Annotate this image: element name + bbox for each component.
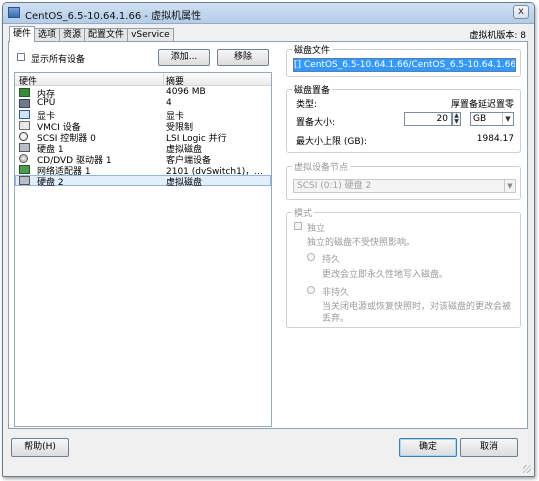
- size-unit-value: GB: [473, 114, 487, 124]
- hardware-list-header: 硬件 摘要: [15, 73, 271, 87]
- scsi-controller-icon: [19, 132, 28, 141]
- hardware-row-display-card[interactable]: 显卡 显卡: [15, 109, 271, 122]
- hardware-row-vmci-device[interactable]: VMCI 设备 受限制: [15, 120, 271, 133]
- tab-vservice[interactable]: vService: [127, 28, 174, 42]
- disk-file-group: 磁盘文件 [] CentOS_6.5-10.64.1.66/CentOS_6.5…: [286, 43, 521, 77]
- disk-type-value: 厚置备延迟置零: [450, 100, 514, 110]
- hardware-row-summary: 虚拟磁盘: [166, 178, 203, 188]
- hardware-row-network-adapter[interactable]: 网络适配器 1 2101 (dvSwitch1)，...: [15, 164, 271, 177]
- size-spinner[interactable]: ▲ ▼: [452, 112, 461, 126]
- nonpersistent-radio: [307, 286, 315, 294]
- persistent-label: 持久: [322, 255, 341, 265]
- virtual-device-node-group-title: 虚拟设备节点: [292, 160, 351, 173]
- disk-file-path-field[interactable]: [] CentOS_6.5-10.64.1.66/CentOS_6.5-10.6…: [293, 58, 516, 72]
- resize-grip[interactable]: [523, 465, 531, 473]
- disk-file-group-title: 磁盘文件: [292, 43, 333, 56]
- cancel-button[interactable]: 取消: [460, 438, 518, 457]
- spin-down-icon[interactable]: ▼: [454, 118, 459, 125]
- tab-options[interactable]: 选项: [34, 28, 61, 42]
- independent-label: 独立: [307, 224, 326, 234]
- mode-group-title: 模式: [292, 206, 315, 219]
- nonpersistent-description-cont: 丢弃。: [322, 314, 350, 324]
- memory-icon: [19, 88, 30, 97]
- hardware-row-hard-disk-1[interactable]: 硬盘 1 虚拟磁盘: [15, 142, 271, 155]
- tab-bar: 硬件 选项 资源 配置文件 vService: [9, 26, 174, 42]
- hardware-list: 硬件 摘要 内存 4096 MB CPU 4 显卡 显卡 VMCI 设备 受限制…: [14, 72, 272, 427]
- disk-provisioning-group-title: 磁盘置备: [292, 83, 333, 96]
- nonpersistent-label: 非持久: [322, 288, 350, 298]
- close-button[interactable]: x: [513, 5, 529, 19]
- hardware-row-summary: 4: [166, 98, 172, 108]
- provisioned-size-label: 置备大小:: [296, 118, 336, 128]
- persistent-radio: [307, 253, 315, 261]
- network-adapter-icon: [19, 165, 30, 174]
- hardware-row-cd-dvd-drive[interactable]: CD/DVD 驱动器 1 客户端设备: [15, 153, 271, 166]
- independent-checkbox: [294, 222, 302, 230]
- hardware-tab-panel: 显示所有设备 添加... 移除 硬件 摘要 内存 4096 MB CPU 4 显…: [8, 41, 528, 429]
- tab-hardware[interactable]: 硬件: [9, 26, 36, 42]
- show-all-devices-checkbox[interactable]: [17, 53, 25, 61]
- add-device-button[interactable]: 添加...: [158, 49, 210, 66]
- independent-description: 独立的磁盘不受快照影响。: [307, 238, 416, 248]
- column-header-hardware[interactable]: 硬件: [19, 74, 37, 87]
- hardware-row-name: 硬盘 2: [37, 178, 64, 188]
- window-title: CentOS_6.5-10.64.1.66 - 虚拟机属性: [25, 11, 202, 22]
- persistent-description: 更改会立即永久性地写入磁盘。: [322, 270, 449, 280]
- tab-profiles[interactable]: 配置文件: [84, 28, 129, 42]
- cd-dvd-drive-icon: [19, 154, 28, 163]
- ok-button[interactable]: 确定: [399, 438, 457, 457]
- provisioned-size-input[interactable]: 20: [404, 112, 452, 126]
- chevron-down-icon[interactable]: ▼: [502, 113, 513, 125]
- size-unit-select[interactable]: GB ▼: [470, 112, 514, 126]
- virtual-device-node-select: SCSI (0:1) 硬盘 2 ▼: [293, 179, 516, 193]
- tab-resources[interactable]: 资源: [59, 28, 86, 42]
- disk-provisioning-group: 磁盘置备 类型: 厚置备延迟置零 置备大小: 20 ▲ ▼ GB ▼ 最大小上限 (…: [286, 83, 521, 153]
- virtual-device-node-value: SCSI (0:1) 硬盘 2: [297, 181, 372, 191]
- title-bar[interactable]: CentOS_6.5-10.64.1.66 - 虚拟机属性 x: [3, 3, 534, 24]
- remove-device-button[interactable]: 移除: [217, 49, 269, 66]
- show-all-devices-label: 显示所有设备: [31, 55, 86, 65]
- vm-version-label: 虚拟机版本: 8: [469, 31, 526, 41]
- column-header-summary[interactable]: 摘要: [166, 74, 184, 87]
- mode-group: 模式 独立 独立的磁盘不受快照影响。 持久 更改会立即永久性地写入磁盘。 非持久…: [286, 206, 521, 328]
- help-button[interactable]: 帮助(H): [11, 438, 69, 457]
- vmci-device-icon: [19, 121, 30, 130]
- chevron-down-icon: ▼: [504, 180, 515, 192]
- disk-type-label: 类型:: [296, 100, 318, 110]
- nonpersistent-description: 当关闭电源或恢复快照时，对该磁盘的更改会被: [322, 302, 512, 312]
- hardware-row-scsi-controller[interactable]: SCSI 控制器 0 LSI Logic 并行: [15, 131, 271, 144]
- app-icon: [8, 7, 20, 18]
- display-card-icon: [19, 110, 30, 119]
- hardware-row-memory[interactable]: 内存 4096 MB: [15, 87, 271, 100]
- hardware-row-summary: 4096 MB: [166, 87, 206, 97]
- hardware-row-hard-disk-2[interactable]: 硬盘 2 虚拟磁盘: [15, 175, 271, 188]
- hardware-row-cpu[interactable]: CPU 4: [15, 98, 271, 109]
- max-size-label: 最大小上限 (GB):: [296, 137, 368, 147]
- max-size-value: 1984.17: [476, 134, 514, 144]
- hard-disk-icon: [19, 176, 30, 185]
- virtual-device-node-group: 虚拟设备节点 SCSI (0:1) 硬盘 2 ▼: [286, 160, 521, 200]
- hard-disk-icon: [19, 143, 30, 152]
- cpu-icon: [19, 99, 30, 108]
- hardware-row-name: CPU: [37, 98, 56, 108]
- vm-properties-dialog: CentOS_6.5-10.64.1.66 - 虚拟机属性 x 硬件 选项 资源 配置…: [2, 2, 535, 477]
